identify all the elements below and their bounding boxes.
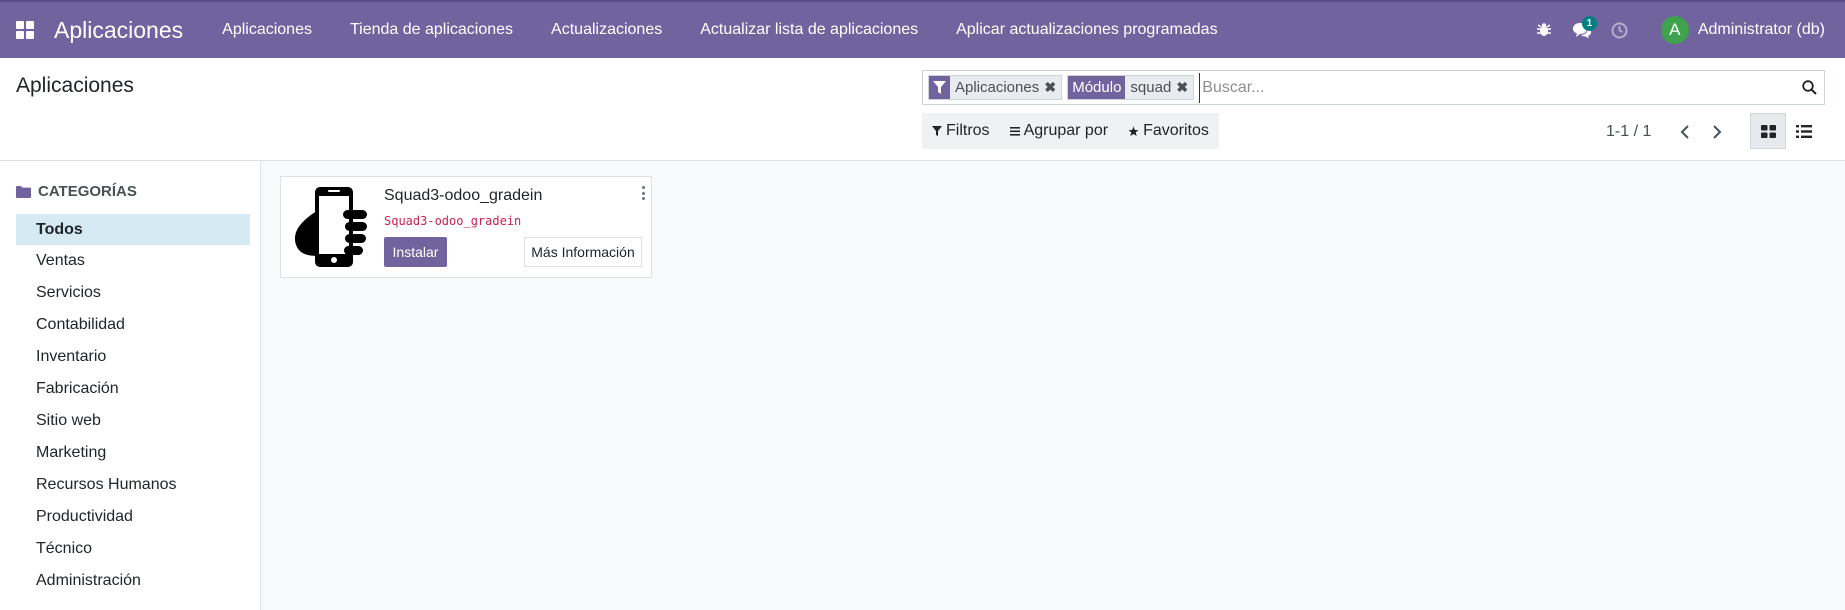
sidebar-item-ventas[interactable]: Ventas	[16, 245, 250, 277]
group-by-button[interactable]: Agrupar por	[1000, 113, 1119, 149]
sidebar-item-todos[interactable]: Todos	[16, 214, 250, 245]
install-button[interactable]: Instalar	[384, 237, 447, 267]
sidebar-item-marketing[interactable]: Marketing	[16, 437, 250, 469]
sidebar-item-contabilidad[interactable]: Contabilidad	[16, 309, 250, 341]
module-name: Squad3-odoo_gradein	[384, 187, 543, 204]
vertical-dots-icon	[641, 186, 645, 189]
activity-button[interactable]	[1601, 2, 1639, 58]
avatar: A	[1660, 16, 1689, 44]
user-name: Administrator (db)	[1697, 21, 1825, 38]
sidebar-header-label: CATEGORÍAS	[38, 183, 137, 200]
sidebar-item-sitio-web[interactable]: Sitio web	[16, 405, 250, 437]
search-icon	[1801, 80, 1817, 95]
sidebar-item-productividad[interactable]: Productividad	[16, 501, 250, 533]
apps-grid-icon	[16, 21, 34, 39]
facet-module-value: squad	[1130, 79, 1172, 96]
card-dropdown-toggle[interactable]	[638, 184, 648, 202]
facet-filter: Aplicaciones ✖	[928, 75, 1063, 100]
messaging-button[interactable]: 1	[1563, 2, 1601, 58]
menu-item-tienda[interactable]: Tienda de aplicaciones	[331, 21, 532, 39]
favorites-label: Favoritos	[1143, 122, 1209, 139]
sidebar-header: CATEGORÍAS	[16, 183, 137, 200]
chevron-right-icon	[1713, 125, 1722, 139]
bug-icon	[1536, 23, 1551, 36]
folder-icon	[16, 185, 31, 198]
vertical-dots-icon-dot	[641, 191, 645, 195]
module-image	[291, 186, 373, 269]
sidebar-item-administracion[interactable]: Administración	[16, 565, 250, 597]
list-icon	[1796, 124, 1812, 138]
facet-module-label: Módulo	[1068, 76, 1126, 99]
sidebar-item-servicios[interactable]: Servicios	[16, 277, 250, 309]
chevron-left-icon	[1680, 125, 1690, 139]
pager-value[interactable]: 1-1 / 1	[1606, 123, 1651, 141]
menu-item-actualizaciones[interactable]: Actualizaciones	[532, 21, 681, 39]
group-by-label: Agrupar por	[1023, 122, 1109, 139]
search-box: Aplicaciones ✖ Módulo squad ✖	[922, 70, 1825, 105]
user-menu[interactable]: A Administrator (db)	[1660, 16, 1825, 44]
page-title: Aplicaciones	[16, 74, 134, 97]
pager: 1-1 / 1	[1606, 119, 1733, 145]
clock-icon	[1611, 22, 1628, 38]
vertical-dots-icon-dot	[641, 197, 645, 200]
search-button[interactable]	[1794, 80, 1824, 95]
facet-module: Módulo squad ✖	[1067, 75, 1195, 100]
sidebar-item-tecnico[interactable]: Técnico	[16, 533, 250, 565]
categories-sidebar: CATEGORÍAS Todos Ventas Servicios Contab…	[0, 161, 261, 610]
control-panel: Aplicaciones Aplicaciones ✖ Módulo squad…	[0, 58, 1845, 161]
search-input[interactable]	[1199, 72, 1794, 103]
app-brand[interactable]: Aplicaciones	[54, 17, 183, 44]
bars-icon	[1009, 127, 1020, 136]
menu-item-aplicar-actualizaciones[interactable]: Aplicar actualizaciones programadas	[937, 21, 1236, 39]
messages-badge: 1	[1581, 16, 1597, 31]
main-navbar: Aplicaciones Aplicaciones Tienda de apli…	[0, 0, 1845, 58]
sidebar-item-fabricacion[interactable]: Fabricación	[16, 373, 250, 405]
more-info-button[interactable]: Más Información	[524, 237, 642, 267]
facet-filter-value: Aplicaciones	[955, 79, 1040, 96]
kanban-view-button[interactable]	[1750, 113, 1786, 149]
pager-previous-button[interactable]	[1669, 119, 1701, 145]
filter-icon	[932, 125, 942, 136]
mobile-hand-icon	[294, 187, 367, 267]
view-switcher	[1750, 113, 1822, 149]
filters-label: Filtros	[946, 122, 990, 139]
module-card[interactable]: Squad3-odoo_gradein Squad3-odoo_gradein …	[280, 176, 652, 278]
facet-filter-label	[929, 76, 950, 99]
pager-next-button[interactable]	[1701, 119, 1733, 145]
debug-button[interactable]	[1525, 2, 1563, 58]
facet-module-remove[interactable]: ✖	[1174, 76, 1190, 99]
search-options: Filtros Agrupar por Favoritos	[922, 113, 1219, 149]
list-view-button[interactable]	[1786, 113, 1822, 149]
sidebar-item-inventario[interactable]: Inventario	[16, 341, 250, 373]
category-list: Todos Ventas Servicios Contabilidad Inve…	[16, 214, 250, 597]
star-icon	[1128, 126, 1139, 136]
filters-button[interactable]: Filtros	[922, 113, 1000, 149]
module-technical-name: Squad3-odoo_gradein	[384, 214, 522, 228]
filter-icon	[933, 80, 946, 94]
facet-filter-remove[interactable]: ✖	[1042, 76, 1058, 99]
menu-item-aplicaciones[interactable]: Aplicaciones	[203, 21, 331, 39]
sidebar-item-recursos-humanos[interactable]: Recursos Humanos	[16, 469, 250, 501]
menu-item-actualizar-lista[interactable]: Actualizar lista de aplicaciones	[681, 21, 937, 39]
kanban-icon	[1760, 124, 1776, 138]
apps-menu-button[interactable]	[0, 1, 50, 59]
favorites-button[interactable]: Favoritos	[1118, 113, 1219, 149]
